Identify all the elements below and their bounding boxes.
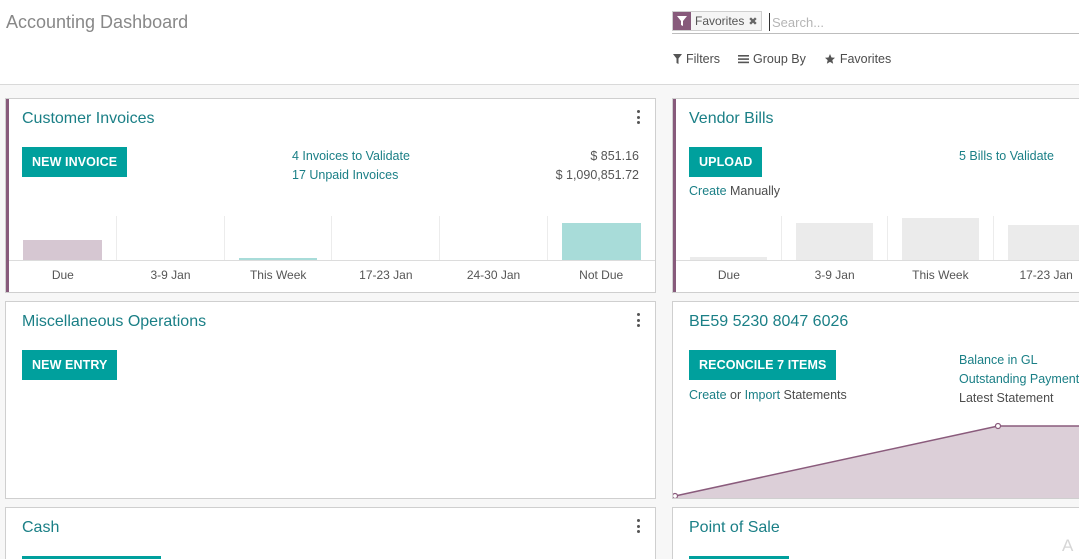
graph-label: 17-23 Jan <box>359 268 413 282</box>
graph-label: 17-23 Jan <box>1019 268 1073 282</box>
graph-column <box>888 216 994 260</box>
card-title[interactable]: Point of Sale <box>689 519 780 537</box>
group-by-button[interactable]: Group By <box>738 52 806 66</box>
control-panel: Accounting Dashboard Favorites ✖ Filters… <box>0 0 1079 85</box>
graph-label: This Week <box>249 268 307 282</box>
graph-label: This Week <box>912 268 969 282</box>
graph-bar[interactable] <box>562 223 641 260</box>
latest-statement-label: Latest Statement <box>959 391 1054 405</box>
customer-invoices-card: Customer Invoices NEW INVOICE 4 Invoices… <box>5 98 656 293</box>
graph-columns <box>676 216 1079 261</box>
graph-column <box>225 216 333 260</box>
graph-label: Not Due <box>579 268 624 282</box>
create-link[interactable]: Create <box>689 184 727 198</box>
unpaid-invoices-amount: $ 1,090,851.72 <box>555 168 639 182</box>
new-entry-button[interactable]: NEW ENTRY <box>22 350 118 380</box>
filters-label: Filters <box>686 52 721 66</box>
kebab-menu-icon[interactable] <box>637 519 641 533</box>
graph-columns <box>9 216 655 261</box>
graph-column <box>440 216 549 260</box>
graph-label: Due <box>51 268 74 282</box>
graph-label: 3-9 Jan <box>814 268 855 282</box>
invoices-to-validate-amount: $ 851.16 <box>590 149 639 163</box>
search-facet[interactable]: Favorites ✖ <box>672 11 762 31</box>
graph-bar[interactable] <box>23 240 102 260</box>
graph-bar[interactable] <box>902 218 979 260</box>
graph-label: 3-9 Jan <box>150 268 191 282</box>
close-icon[interactable]: ✖ <box>748 15 760 28</box>
graph-column <box>782 216 888 260</box>
card-title[interactable]: Customer Invoices <box>22 110 155 128</box>
bank-balance-graph[interactable] <box>673 410 1079 499</box>
create-link[interactable]: Create <box>689 388 727 402</box>
bills-graph[interactable]: Due 3-9 Jan This Week 17-23 Jan <box>676 216 1079 292</box>
graph-column <box>117 216 225 260</box>
invoices-to-validate-link[interactable]: 4 Invoices to Validate <box>292 149 410 163</box>
favorites-button[interactable]: Favorites <box>824 52 891 66</box>
create-import-statements: Create or Import Statements <box>689 388 847 402</box>
graph-point <box>994 422 1002 430</box>
create-manually: Create Manually <box>689 184 780 198</box>
activate-watermark: A <box>1062 536 1074 555</box>
graph-labels: Due 3-9 Jan This Week 17-23 Jan <box>676 268 1079 282</box>
graph-column <box>548 216 655 260</box>
reconcile-button[interactable]: RECONCILE 7 ITEMS <box>689 350 837 380</box>
cash-card: Cash <box>5 507 656 559</box>
filter-icon <box>673 12 691 30</box>
list-icon <box>738 54 750 64</box>
or-text: or <box>730 388 742 402</box>
card-title[interactable]: Cash <box>22 519 59 537</box>
graph-bar[interactable] <box>690 257 767 260</box>
graph-bar[interactable] <box>796 223 873 260</box>
graph-column <box>332 216 441 260</box>
search-box: Favorites ✖ <box>672 10 1079 34</box>
filter-icon <box>673 54 682 64</box>
favorites-label: Favorites <box>839 52 892 66</box>
balance-gl-link[interactable]: Balance in GL <box>959 353 1038 367</box>
vendor-bills-card: Vendor Bills UPLOAD 5 Bills to Validate … <box>672 98 1079 293</box>
filters-button[interactable]: Filters <box>673 52 720 66</box>
card-title[interactable]: Miscellaneous Operations <box>22 313 206 331</box>
graph-point <box>673 492 679 498</box>
invoices-graph[interactable]: Due 3-9 Jan This Week 17-23 Jan 24-30 Jan Not… <box>9 216 655 292</box>
outstanding-payments-link[interactable]: Outstanding Payments <box>959 372 1079 386</box>
new-invoice-button[interactable]: NEW INVOICE <box>22 147 128 177</box>
statements-text: Statements <box>783 388 847 402</box>
graph-label: Due <box>717 268 740 282</box>
bank-card: BE59 5230 8047 6026 RECONCILE 7 ITEMS Cr… <box>672 301 1079 499</box>
facet-label: Favorites <box>695 14 745 28</box>
group-by-label: Group By <box>753 52 806 66</box>
graph-bar[interactable] <box>1008 225 1079 260</box>
unpaid-invoices-link[interactable]: 17 Unpaid Invoices <box>292 168 398 182</box>
card-title[interactable]: BE59 5230 8047 6026 <box>689 313 848 331</box>
graph-column <box>9 216 117 260</box>
import-link[interactable]: Import <box>745 388 780 402</box>
bills-to-validate-link[interactable]: 5 Bills to Validate <box>959 149 1054 163</box>
search-options: Filters Group By Favorites <box>673 52 909 66</box>
graph-column <box>994 216 1079 260</box>
page-title: Accounting Dashboard <box>6 12 189 32</box>
graph-bar[interactable] <box>238 258 318 260</box>
star-icon <box>824 53 836 65</box>
kebab-menu-icon[interactable] <box>637 313 641 327</box>
card-title[interactable]: Vendor Bills <box>689 110 774 128</box>
manually-text: Manually <box>730 184 781 198</box>
misc-operations-card: Miscellaneous Operations NEW ENTRY <box>5 301 656 499</box>
graph-column <box>676 216 782 260</box>
graph-labels: Due 3-9 Jan This Week 17-23 Jan 24-30 Jan Not… <box>9 268 655 282</box>
search-input[interactable] <box>769 13 1069 31</box>
graph-label: 24-30 Jan <box>466 268 521 282</box>
upload-button[interactable]: UPLOAD <box>689 147 763 177</box>
kebab-menu-icon[interactable] <box>637 110 641 124</box>
point-of-sale-card: Point of Sale <box>672 507 1079 559</box>
